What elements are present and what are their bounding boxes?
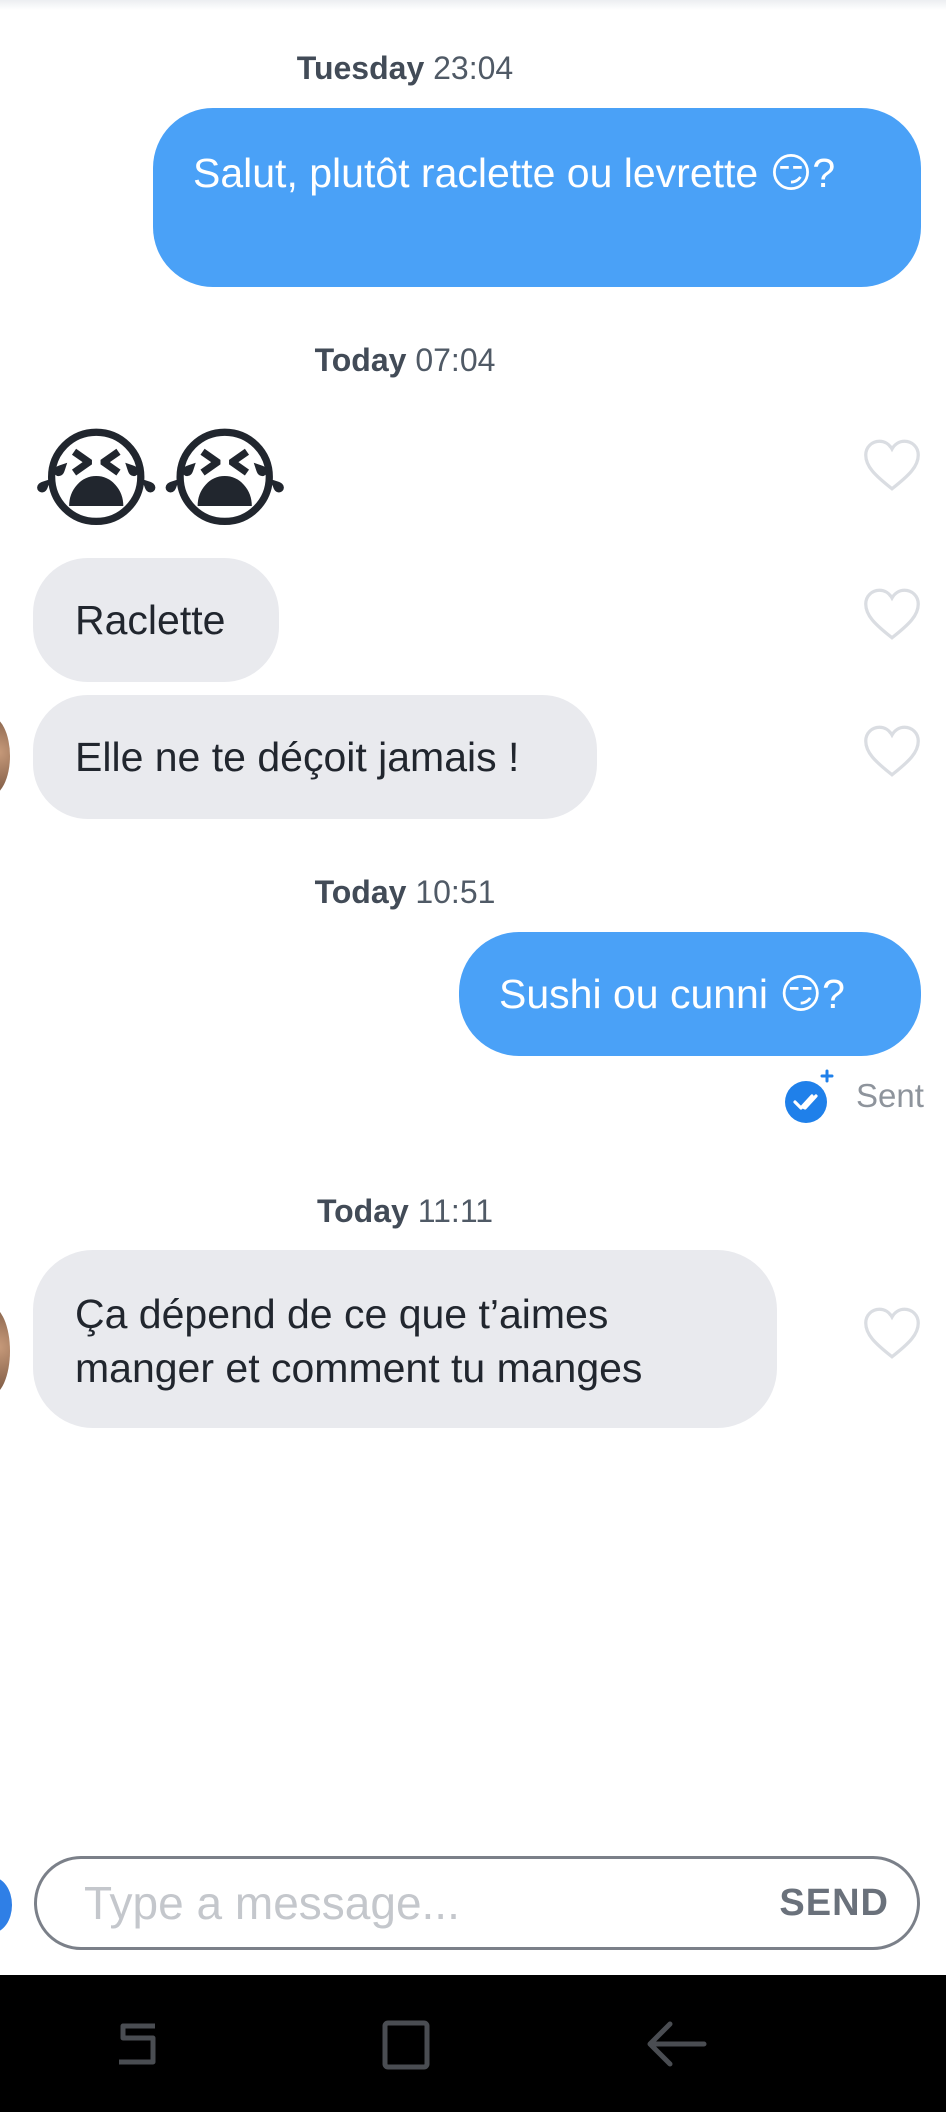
sent-status: Sent bbox=[856, 1077, 924, 1114]
message-composer: SEND bbox=[34, 1856, 920, 1950]
top-shade bbox=[0, 0, 946, 10]
back-icon bbox=[647, 2021, 707, 2066]
message-text: Salut, plutôt raclette ou levrette 😏? bbox=[193, 150, 836, 196]
avatar[interactable] bbox=[0, 1306, 10, 1396]
avatar[interactable] bbox=[0, 716, 10, 796]
message-bubble-incoming[interactable]: Raclette bbox=[33, 558, 279, 682]
recent-apps-icon bbox=[119, 2023, 156, 2064]
heart-icon[interactable] bbox=[862, 723, 922, 779]
double-check-icon bbox=[785, 1069, 834, 1123]
timestamp-group-1: Tuesday 23:04 bbox=[296, 50, 514, 86]
timestamp-group-3: Today 10:51 bbox=[314, 874, 496, 910]
heart-icon[interactable] bbox=[862, 1305, 922, 1361]
message-text: Elle ne te déçoit jamais ! bbox=[75, 734, 520, 780]
home-button[interactable] bbox=[336, 1975, 476, 2112]
timestamp-group-4: Today 11:11 bbox=[316, 1193, 494, 1229]
recent-apps-button[interactable] bbox=[67, 1975, 207, 2112]
back-button[interactable] bbox=[605, 1975, 745, 2112]
message-text: Ça dépend de ce que t’aimes manger et co… bbox=[75, 1291, 643, 1391]
message-bubble-outgoing[interactable]: Sushi ou cunni 😏? bbox=[459, 932, 921, 1056]
message-bubble-incoming[interactable]: Ça dépend de ce que t’aimes manger et co… bbox=[33, 1250, 777, 1428]
read-receipt: Sent bbox=[784, 1068, 924, 1124]
message-text: Sushi ou cunni 😏? bbox=[499, 971, 845, 1017]
message-text: Raclette bbox=[75, 597, 226, 643]
emoji-message[interactable]: 😭😭 bbox=[32, 415, 289, 545]
timestamp-group-2: Today 07:04 bbox=[314, 342, 496, 378]
message-input[interactable] bbox=[82, 1875, 746, 1931]
message-bubble-incoming[interactable]: Elle ne te déçoit jamais ! bbox=[33, 695, 597, 819]
home-icon bbox=[382, 2020, 430, 2069]
send-button[interactable]: SEND bbox=[779, 1882, 889, 1925]
system-navigation-bar bbox=[0, 1975, 946, 2112]
heart-icon[interactable] bbox=[862, 586, 922, 642]
add-media-button[interactable] bbox=[0, 1877, 12, 1933]
heart-icon[interactable] bbox=[862, 437, 922, 493]
message-bubble-outgoing[interactable]: Salut, plutôt raclette ou levrette 😏? bbox=[153, 108, 921, 287]
